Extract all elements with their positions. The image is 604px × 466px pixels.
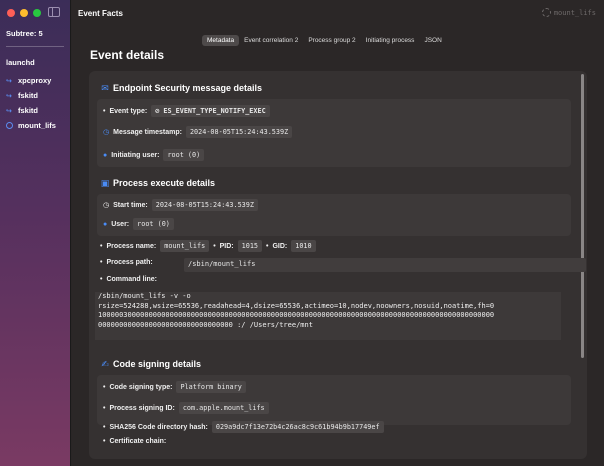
cd-hash-row: • SHA256 Code directory hash: 029a9dc7f1… — [103, 421, 384, 433]
signature-icon: ✍ — [101, 359, 109, 369]
circle-icon — [6, 122, 13, 129]
process-icon — [541, 8, 551, 17]
tree-item-label: xpcproxy — [18, 76, 52, 85]
command-line-label: Command line: — [106, 276, 158, 283]
tab-bar: Metadata Event correlation 2 Process gro… — [202, 35, 447, 46]
pid-value: 1015 — [237, 240, 263, 252]
code-signing-section-title: Code signing details — [113, 359, 202, 369]
es-section-title: Endpoint Security message details — [113, 83, 263, 93]
process-path-row: • Process path: — [100, 259, 153, 266]
tab-json[interactable]: JSON — [419, 35, 446, 46]
clock-icon: ◷ — [103, 202, 110, 209]
arrow-icon: ↪ — [6, 77, 12, 85]
tab-initiating-process[interactable]: Initiating process — [361, 35, 420, 46]
process-section-title: Process execute details — [113, 178, 216, 188]
command-line-value: /sbin/mount_lifs -v -o rsize=524288,wsiz… — [95, 292, 561, 340]
envelope-icon: ✉ — [101, 83, 109, 93]
signing-type-label: Code signing type: — [109, 383, 173, 391]
tree-item-label: fskitd — [18, 91, 39, 100]
tab-process-group[interactable]: Process group 2 — [303, 35, 360, 46]
start-time-row: ◷ Start time: 2024-08-05T15:24:43.539Z — [103, 199, 258, 211]
titlebar-process-label: mount_lifs — [553, 8, 596, 17]
tree-item-fskitd[interactable]: ↪ fskitd — [6, 88, 56, 103]
titlebar: Event Facts — [72, 0, 604, 27]
process-name-row: • Process name: mount_lifs • PID: 1015 •… — [100, 240, 316, 252]
process-path-label: Process path: — [106, 259, 153, 266]
main-window: Event Facts mount_lifs Metadata Event co… — [72, 0, 604, 466]
event-type-row: • Event type: ⊘ ES_EVENT_TYPE_NOTIFY_EXE… — [103, 105, 270, 117]
arrow-icon: ↪ — [6, 92, 12, 100]
user-value: root (0) — [133, 218, 174, 230]
es-section-header: ✉ Endpoint Security message details — [100, 83, 262, 93]
process-path-value: /sbin/mount_lifs — [184, 258, 586, 272]
sidebar-toggle-icon[interactable] — [48, 7, 60, 17]
certificate-chain-label: Certificate chain: — [109, 438, 167, 445]
process-name-label: Process name: — [106, 242, 157, 250]
arrow-icon: ↪ — [6, 107, 12, 115]
tree-item-xpcproxy[interactable]: ↪ xpcproxy — [6, 73, 56, 88]
process-section-header: ▣ Process execute details — [100, 178, 215, 188]
timestamp-label: Message timestamp: — [113, 128, 182, 136]
checkmark-circle-icon: ⊘ — [155, 107, 160, 115]
zoom-window-button[interactable] — [33, 9, 41, 17]
process-card: ◷ Start time: 2024-08-05T15:24:43.539Z ●… — [97, 194, 571, 236]
tree-item-label: mount_lifs — [18, 121, 56, 130]
minimize-window-button[interactable] — [20, 9, 28, 17]
tree-root-launchd[interactable]: launchd — [6, 58, 56, 73]
user-label: User: — [111, 220, 130, 228]
tree-item-label: fskitd — [18, 106, 39, 115]
tab-metadata[interactable]: Metadata — [202, 35, 240, 46]
code-signing-section-header: ✍ Code signing details — [100, 359, 201, 369]
process-tree: launchd ↪ xpcproxy ↪ fskitd ↪ fskitd mou… — [6, 58, 56, 133]
event-type-value: ⊘ ES_EVENT_TYPE_NOTIFY_EXEC — [151, 105, 270, 117]
timestamp-value: 2024-08-05T15:24:43.539Z — [185, 126, 293, 138]
sidebar: Subtree: 5 launchd ↪ xpcproxy ↪ fskitd ↪… — [0, 0, 71, 466]
es-card: • Event type: ⊘ ES_EVENT_TYPE_NOTIFY_EXE… — [97, 99, 571, 167]
user-row: ● User: root (0) — [103, 218, 174, 230]
signing-id-row: • Process signing ID: com.apple.mount_li… — [103, 402, 269, 414]
sidebar-divider — [6, 46, 64, 47]
signing-id-value: com.apple.mount_lifs — [178, 402, 269, 414]
window-controls — [7, 9, 41, 17]
code-signing-card: • Code signing type: Platform binary • P… — [97, 375, 571, 425]
person-icon: ● — [103, 151, 108, 159]
event-type-label: Event type: — [109, 107, 148, 115]
process-name-value: mount_lifs — [160, 240, 210, 252]
start-time-value: 2024-08-05T15:24:43.539Z — [151, 199, 258, 211]
signing-type-row: • Code signing type: Platform binary — [103, 381, 246, 393]
cd-hash-label: SHA256 Code directory hash: — [109, 423, 208, 431]
timestamp-row: ◷ Message timestamp: 2024-08-05T15:24:43… — [103, 126, 293, 138]
certificate-chain-row: • Certificate chain: — [103, 438, 167, 445]
subtree-label: Subtree: 5 — [6, 29, 43, 38]
cd-hash-value: 029a9dc7f13e72b4c26ac8c9c61b94b9b17749ef — [211, 421, 384, 433]
titlebar-process[interactable]: mount_lifs — [541, 8, 596, 17]
close-window-button[interactable] — [7, 9, 15, 17]
signing-id-label: Process signing ID: — [109, 404, 175, 412]
details-panel: ✉ Endpoint Security message details • Ev… — [89, 71, 587, 459]
pid-label: PID: — [219, 242, 234, 250]
command-line-row: • Command line: — [100, 276, 158, 283]
initiating-user-label: Initiating user: — [111, 151, 160, 159]
tree-item-fskitd-2[interactable]: ↪ fskitd — [6, 103, 56, 118]
signing-type-value: Platform binary — [176, 381, 246, 393]
page-title: Event details — [90, 48, 165, 62]
person-icon: ● — [103, 220, 108, 228]
gid-label: GID: — [272, 242, 288, 250]
initiating-user-row: ● Initiating user: root (0) — [103, 149, 205, 161]
window-title: Event Facts — [78, 9, 123, 18]
scrollbar[interactable] — [581, 74, 584, 358]
tree-item-mount-lifs[interactable]: mount_lifs — [6, 118, 56, 133]
gid-value: 1010 — [291, 240, 316, 252]
cpu-icon: ▣ — [100, 178, 110, 188]
initiating-user-value: root (0) — [163, 149, 205, 161]
start-time-label: Start time: — [113, 201, 148, 209]
clock-icon: ◷ — [103, 129, 110, 136]
tab-event-correlation[interactable]: Event correlation 2 — [239, 35, 303, 46]
